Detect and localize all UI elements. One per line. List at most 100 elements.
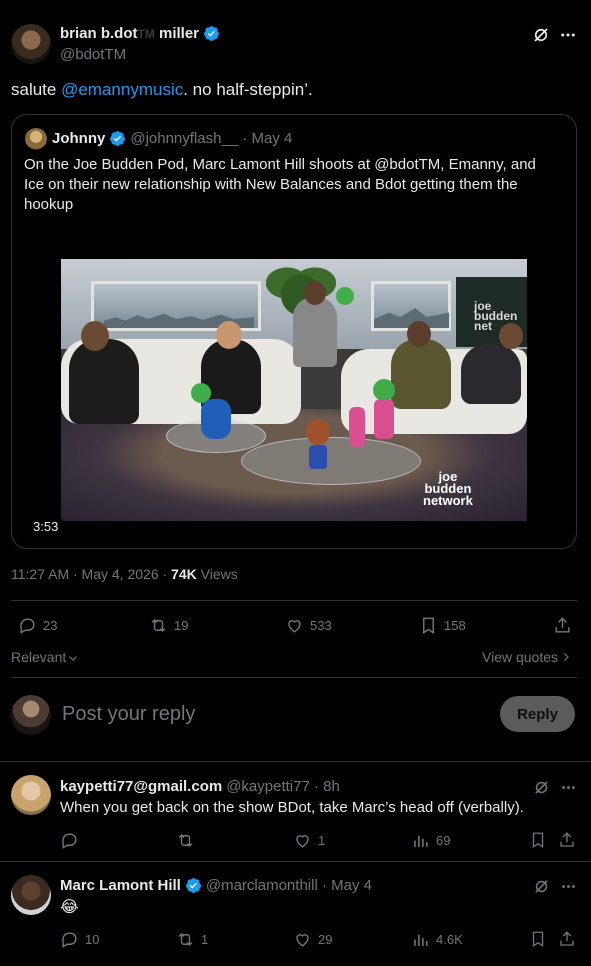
bookmark-action[interactable]: 158	[419, 616, 466, 635]
reply-repost-action[interactable]	[176, 831, 201, 850]
reply-icon	[20, 618, 35, 634]
post-timestamp[interactable]: 11:27 AM · May 4, 2026 ·	[11, 566, 171, 582]
quote-verified-badge-icon	[110, 131, 126, 146]
repost-action[interactable]: 19	[149, 616, 188, 635]
reply-reply-action[interactable]: 10	[60, 930, 99, 949]
reply-author-name[interactable]: Marc Lamont Hill	[60, 877, 181, 894]
chevron-down-icon	[69, 656, 78, 661]
reply-avatar[interactable]	[11, 875, 51, 915]
current-user-avatar[interactable]	[11, 695, 51, 735]
post-text-suffix: . no half-steppin’.	[183, 80, 313, 99]
person-5-head	[499, 323, 523, 349]
divider	[0, 861, 591, 862]
bookmark-icon	[423, 617, 434, 634]
person-1	[69, 339, 139, 424]
post-timestamp-row: 11:27 AM · May 4, 2026 · 74K Views	[11, 566, 238, 582]
reply-action[interactable]: 23	[18, 616, 57, 635]
toy-figure-pink	[349, 407, 365, 447]
sort-label: Relevant	[11, 649, 67, 665]
toy-figure-blue	[201, 399, 231, 439]
video-duration: 3:53	[28, 517, 64, 536]
bookmark-count: 158	[444, 618, 466, 633]
reply-icon	[62, 833, 77, 849]
quote-author-handle[interactable]: @johnnyflash__	[130, 130, 238, 147]
video-watermark: joe budden network	[423, 470, 473, 508]
reply-views-count: 4.6K	[436, 932, 463, 947]
divider	[0, 761, 591, 762]
grok-icon[interactable]	[531, 777, 551, 797]
repost-icon	[178, 932, 193, 947]
toy-figure-standing	[336, 287, 354, 305]
reply-like-count: 1	[318, 833, 326, 848]
reply-time: · May 4	[317, 877, 372, 894]
person-1-head	[81, 321, 109, 351]
person-5	[461, 344, 521, 404]
reply-avatar[interactable]	[11, 775, 51, 815]
reply-count: 23	[43, 618, 58, 633]
repost-count: 19	[174, 618, 189, 633]
reply-like-count: 29	[318, 932, 333, 947]
more-options-icon[interactable]	[557, 25, 579, 45]
glass-table-center	[241, 437, 421, 485]
reply-author-handle[interactable]: @marclamonthill	[206, 877, 318, 894]
post-text-prefix: salute	[11, 80, 62, 99]
reply-reply-action[interactable]	[60, 831, 85, 850]
reply-text: 😂	[60, 899, 79, 916]
post-text: salute @emannymusic. no half-steppin’.	[11, 80, 313, 100]
quote-card[interactable]: Johnny @johnnyflash__ · May 4 On the Joe…	[11, 114, 577, 549]
video-thumbnail[interactable]: joe budden net joe budden network	[61, 259, 527, 521]
bookmark-icon[interactable]	[528, 929, 548, 949]
reply-icon	[62, 932, 77, 948]
share-icon[interactable]	[557, 830, 577, 850]
analytics-icon	[414, 835, 428, 847]
quote-author-name[interactable]: Johnny	[52, 130, 105, 147]
quote-author-row: Johnny @johnnyflash__ · May 4	[52, 130, 292, 147]
sort-dropdown[interactable]: Relevant	[11, 649, 79, 665]
reply-like-action[interactable]: 29	[293, 930, 332, 949]
heart-icon	[296, 835, 309, 848]
repost-icon	[178, 833, 193, 848]
bookmark-icon[interactable]	[528, 830, 548, 850]
share-icon[interactable]	[557, 929, 577, 949]
person-2-head	[216, 321, 242, 349]
reply-author-name[interactable]: kaypetti77@gmail.com	[60, 778, 222, 795]
reply-repost-action[interactable]: 1	[176, 930, 208, 949]
grok-icon[interactable]	[531, 25, 551, 45]
reply-views-count: 69	[436, 833, 451, 848]
heart-icon	[296, 934, 309, 947]
reply-views-action[interactable]: 69	[411, 831, 450, 850]
reply-author-handle[interactable]: @kaypetti77	[226, 778, 310, 795]
share-icon[interactable]	[552, 615, 572, 635]
view-quotes-link[interactable]: View quotes	[482, 649, 572, 665]
more-options-icon[interactable]	[557, 777, 579, 797]
quote-date: · May 4	[238, 130, 293, 147]
more-options-icon[interactable]	[557, 876, 579, 896]
person-3	[293, 297, 337, 367]
view-quotes-label: View quotes	[482, 649, 559, 665]
author-handle[interactable]: @bdotTM	[60, 46, 126, 63]
author-name[interactable]: brian b.dot TM miller	[60, 25, 220, 42]
quote-author-avatar[interactable]	[25, 128, 47, 150]
toy-figure-pink-2	[374, 399, 394, 439]
author-name-part2: miller	[154, 25, 200, 42]
repost-icon	[151, 618, 166, 633]
views-count: 74K	[171, 566, 197, 582]
grok-icon[interactable]	[531, 876, 551, 896]
views-label: Views	[196, 566, 238, 582]
reply-like-action[interactable]: 1	[293, 831, 325, 850]
reply-button[interactable]: Reply	[500, 696, 575, 732]
reply-views-action[interactable]: 4.6K	[411, 930, 463, 949]
quote-text: On the Joe Budden Pod, Marc Lamont Hill …	[24, 156, 536, 213]
person-4-head	[407, 321, 431, 347]
video-watermark-line-3: network	[423, 493, 473, 508]
reply-input[interactable]: Post your reply	[62, 703, 195, 726]
chevron-right-icon	[564, 653, 569, 661]
divider	[11, 677, 577, 678]
heart-icon	[288, 620, 301, 633]
like-action[interactable]: 533	[285, 616, 332, 635]
mention-link[interactable]: @emannymusic	[61, 80, 183, 99]
reply-header: kaypetti77@gmail.com @kaypetti77 · 8h	[60, 778, 340, 795]
reply-repost-count: 1	[201, 932, 209, 947]
author-avatar[interactable]	[11, 24, 51, 64]
reply-text: When you get back on the show BDot, take…	[60, 799, 524, 816]
